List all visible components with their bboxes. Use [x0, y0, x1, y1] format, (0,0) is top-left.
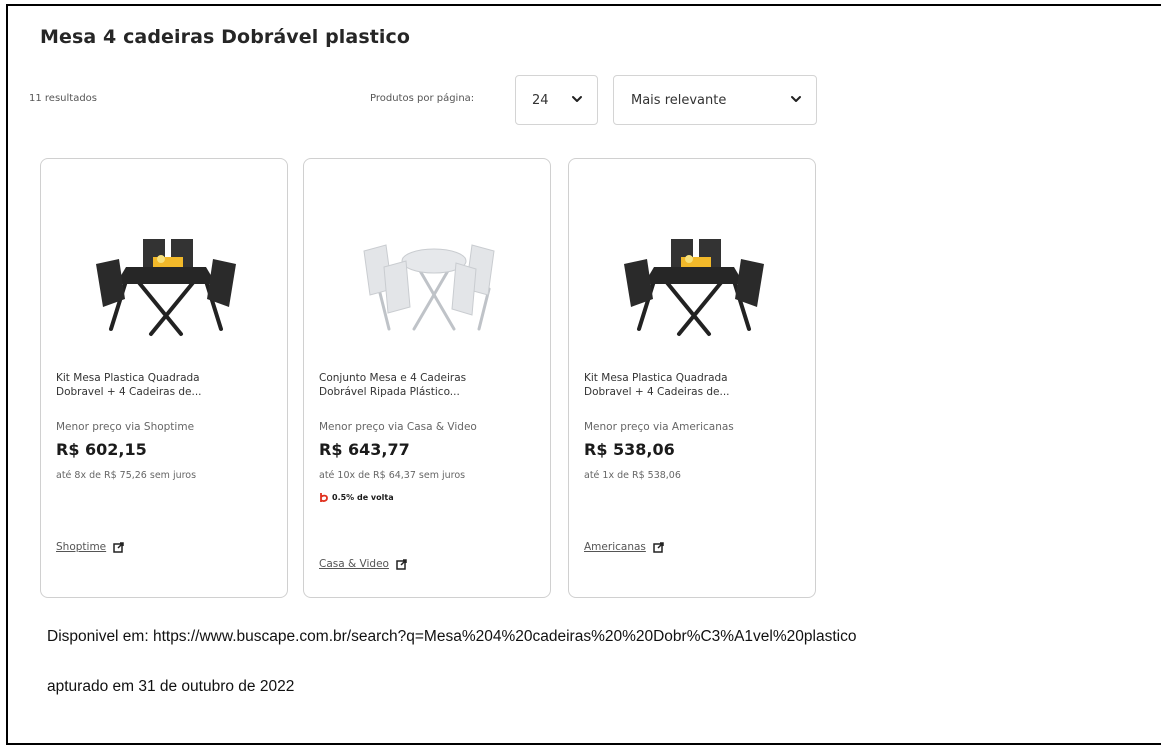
sort-value: Mais relevante: [631, 92, 727, 108]
store-link[interactable]: Casa & Video: [319, 558, 407, 570]
lowest-price-store: Menor preço via Americanas: [584, 421, 734, 433]
source-caption: Disponivel em: https://www.buscape.com.b…: [47, 628, 857, 645]
white-folding-table-set-image: [363, 244, 495, 331]
black-folding-table-set-image: [624, 239, 764, 336]
product-card[interactable]: Conjunto Mesa e 4 Cadeiras Dobrável Ripa…: [303, 158, 551, 598]
product-price: R$ 538,06: [584, 440, 675, 459]
page-title: Mesa 4 cadeiras Dobrável plastico: [40, 26, 411, 48]
chevron-down-icon: [791, 96, 801, 102]
store-link[interactable]: Shoptime: [56, 541, 124, 553]
lowest-price-store: Menor preço via Shoptime: [56, 421, 195, 433]
chevron-down-icon: [572, 96, 582, 102]
external-link-icon: [113, 541, 124, 553]
installments: até 8x de R$ 75,26 sem juros: [56, 470, 197, 481]
sort-select[interactable]: Mais relevante: [613, 75, 817, 125]
lowest-price-store: Menor preço via Casa & Video: [319, 421, 477, 433]
product-price: R$ 643,77: [319, 440, 410, 459]
external-link-icon: [396, 558, 407, 570]
black-folding-table-set-image: [96, 239, 236, 336]
cashback-badge: 0.5% de volta: [319, 492, 394, 503]
results-count: 11 resultados: [29, 93, 97, 104]
product-name[interactable]: Conjunto Mesa e 4 Cadeiras Dobrável Ripa…: [319, 371, 519, 399]
per-page-value: 24: [532, 92, 549, 108]
product-card[interactable]: Kit Mesa Plastica Quadrada Dobravel + 4 …: [568, 158, 816, 598]
product-card[interactable]: Kit Mesa Plastica Quadrada Dobravel + 4 …: [40, 158, 288, 598]
installments: até 1x de R$ 538,06: [584, 470, 681, 481]
per-page-select[interactable]: 24: [515, 75, 598, 125]
product-name[interactable]: Kit Mesa Plastica Quadrada Dobravel + 4 …: [584, 371, 784, 399]
per-page-label: Produtos por página:: [370, 93, 475, 104]
external-link-icon: [653, 541, 664, 553]
product-price: R$ 602,15: [56, 440, 147, 459]
capture-date-caption: apturado em 31 de outubro de 2022: [47, 678, 295, 695]
store-link[interactable]: Americanas: [584, 541, 664, 553]
product-name[interactable]: Kit Mesa Plastica Quadrada Dobravel + 4 …: [56, 371, 256, 399]
installments: até 10x de R$ 64,37 sem juros: [319, 470, 466, 481]
cashback-icon: [320, 493, 328, 502]
